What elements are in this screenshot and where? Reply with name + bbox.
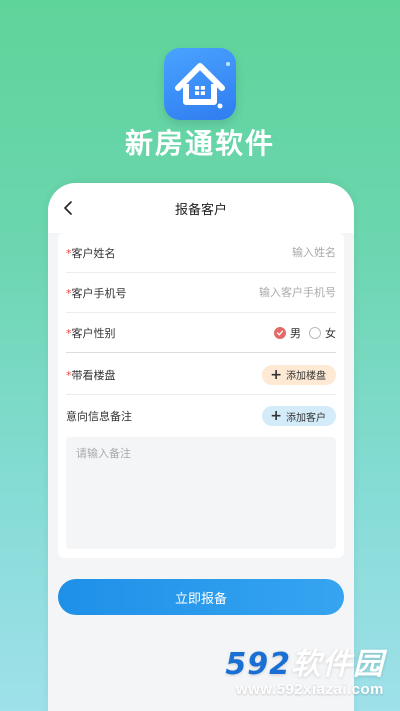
notes-label: 意向信息备注 — [66, 410, 132, 423]
name-input[interactable] — [206, 246, 336, 259]
back-button[interactable] — [56, 196, 80, 220]
gender-options: 男 女 — [274, 325, 336, 341]
app-name: 新房通软件 — [124, 127, 275, 160]
nav-bar: 报备客户 — [48, 183, 354, 233]
phone-row: *客户手机号 — [66, 273, 336, 313]
name-label: *客户姓名 — [66, 246, 116, 260]
property-label: *带看楼盘 — [66, 368, 116, 382]
watermark-logo: 592软件园 — [225, 647, 384, 682]
page-title: 报备客户 — [174, 202, 227, 218]
add-property-button[interactable]: + 添加楼盘 — [262, 364, 336, 385]
gender-label: *客户性别 — [66, 326, 116, 340]
name-row: *客户姓名 — [66, 233, 336, 273]
app-icon — [164, 48, 236, 120]
add-customer-button[interactable]: + 添加客户 — [262, 406, 336, 426]
gender-male-radio[interactable]: 男 — [274, 325, 301, 341]
property-row: *带看楼盘 + 添加楼盘 — [66, 355, 336, 395]
plus-icon: + — [270, 408, 282, 424]
plus-icon: + — [270, 366, 282, 383]
notes-textarea[interactable] — [66, 437, 336, 549]
watermark-url: www.592xiazai.com — [235, 681, 384, 698]
form-card: *客户姓名 *客户手机号 *客户性别 男 女 — [58, 233, 344, 558]
phone-input[interactable] — [206, 286, 336, 299]
checkmark-icon — [274, 326, 286, 339]
house-icon — [175, 62, 230, 109]
gender-row: *客户性别 男 女 — [66, 313, 336, 353]
gender-female-radio[interactable]: 女 — [309, 325, 336, 341]
chevron-left-icon — [64, 201, 72, 215]
phone-label: *客户手机号 — [66, 286, 127, 300]
watermark: 592软件园 www.592xiazai.com — [204, 649, 384, 705]
notes-row: 意向信息备注 + 添加客户 — [66, 396, 336, 436]
phone-screen: 报备客户 *客户姓名 *客户手机号 *客户性别 男 女 — [48, 183, 354, 711]
radio-empty-icon — [309, 326, 321, 339]
submit-button[interactable]: 立即报备 — [58, 579, 344, 615]
